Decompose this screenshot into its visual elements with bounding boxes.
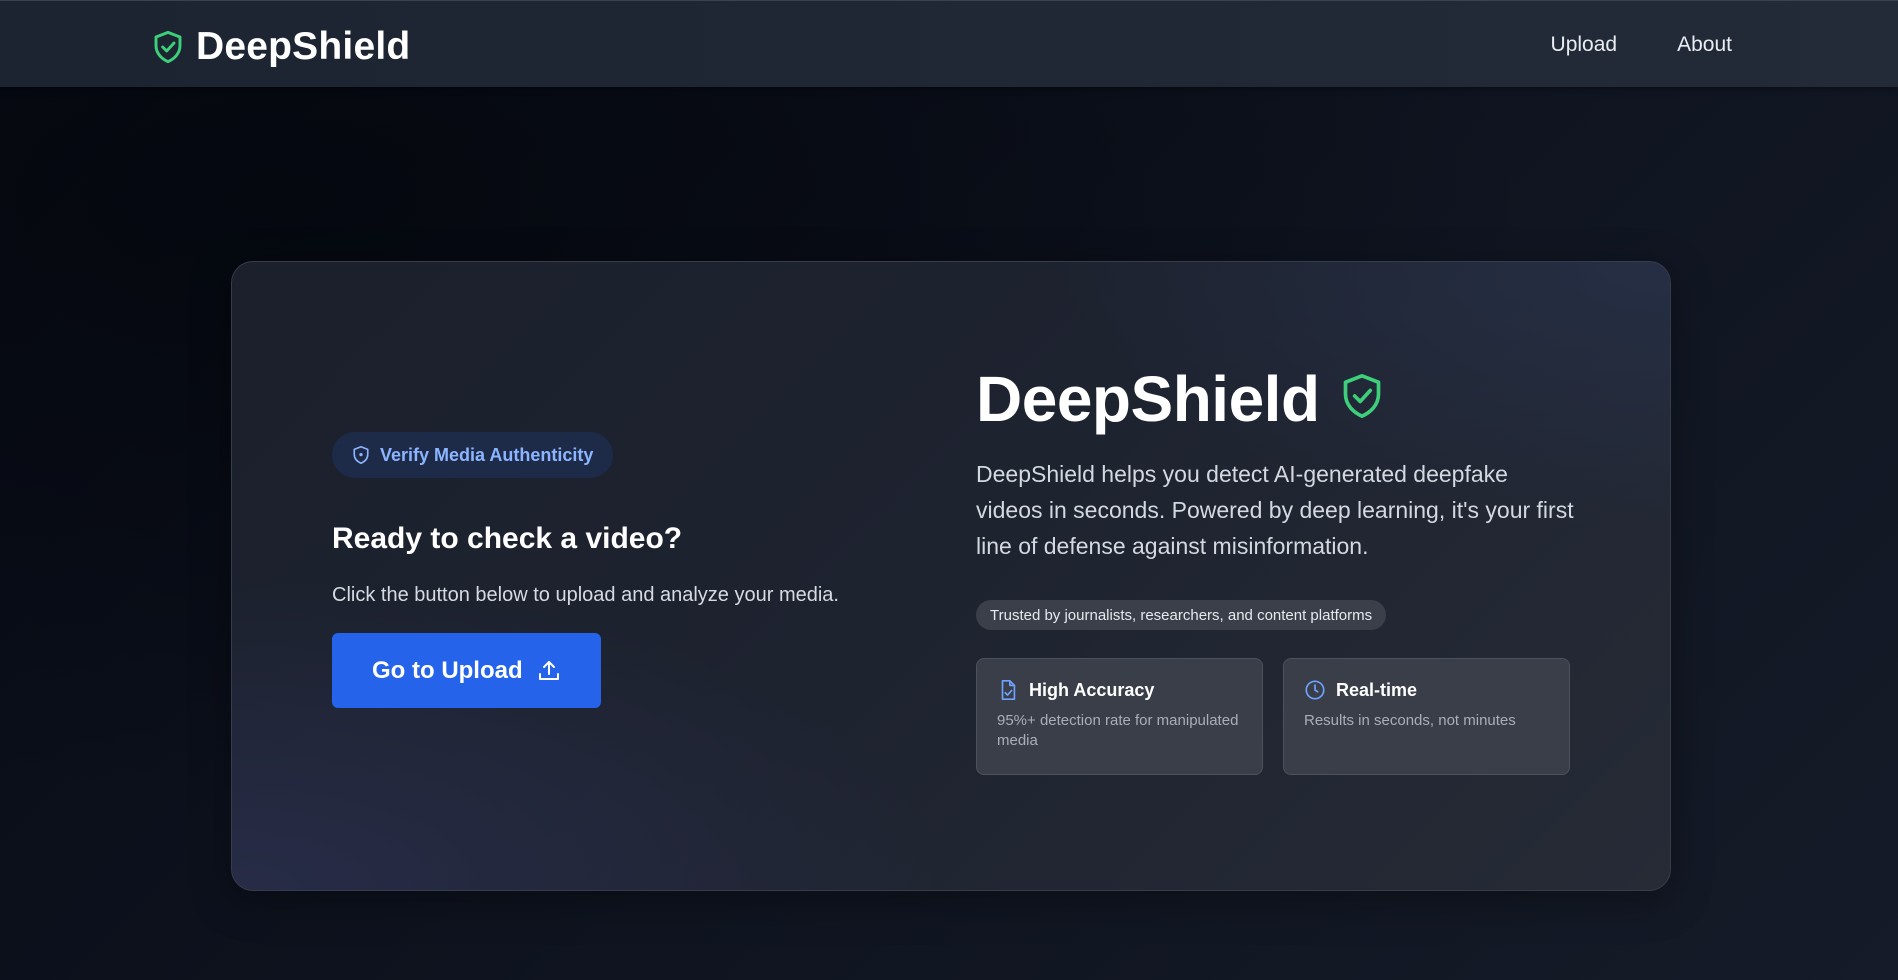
nav-link-upload[interactable]: Upload <box>1551 33 1618 57</box>
upload-description: Click the button below to upload and ana… <box>332 584 839 606</box>
feature-card: Real-time Results in seconds, not minute… <box>1283 658 1570 775</box>
hero-card: Verify Media Authenticity Ready to check… <box>231 261 1671 891</box>
feature-description: Results in seconds, not minutes <box>1304 712 1516 729</box>
nav-link-about[interactable]: About <box>1677 33 1732 57</box>
brand[interactable]: DeepShield <box>152 25 410 69</box>
shield-icon <box>352 445 370 465</box>
shield-check-icon <box>1340 374 1384 420</box>
info-panel: DeepShield DeepShield helps you detect A… <box>976 362 1596 775</box>
feature-card: High Accuracy 95%+ detection rate for ma… <box>976 658 1263 775</box>
document-check-icon <box>997 679 1019 701</box>
upload-icon <box>537 659 561 683</box>
info-description: DeepShield helps you detect AI-generated… <box>976 461 1574 559</box>
shield-check-icon <box>152 29 184 65</box>
verify-badge-label: Verify Media Authenticity <box>380 444 594 465</box>
verify-badge: Verify Media Authenticity <box>332 432 614 478</box>
trust-badge: Trusted by journalists, researchers, and… <box>976 600 1387 630</box>
feature-list: High Accuracy 95%+ detection rate for ma… <box>976 658 1596 775</box>
top-navbar: DeepShield Upload About <box>0 0 1898 87</box>
info-title: DeepShield <box>976 363 1320 435</box>
feature-title: High Accuracy <box>1029 679 1155 700</box>
feature-title: Real-time <box>1336 679 1418 700</box>
upload-panel: Verify Media Authenticity Ready to check… <box>332 432 892 708</box>
feature-header: High Accuracy <box>997 679 1242 701</box>
go-to-upload-label: Go to Upload <box>372 656 523 684</box>
feature-description: 95%+ detection rate for manipulated medi… <box>997 712 1239 749</box>
page: DeepShield Upload About Verify Media Aut… <box>0 0 1898 980</box>
upload-heading: Ready to check a video? <box>332 522 683 555</box>
brand-name: DeepShield <box>196 25 411 68</box>
go-to-upload-button[interactable]: Go to Upload <box>332 633 601 708</box>
info-title-row: DeepShield <box>976 362 1596 436</box>
main-nav: Upload About <box>1551 33 1732 57</box>
clock-icon <box>1304 679 1326 701</box>
feature-header: Real-time <box>1304 679 1549 701</box>
